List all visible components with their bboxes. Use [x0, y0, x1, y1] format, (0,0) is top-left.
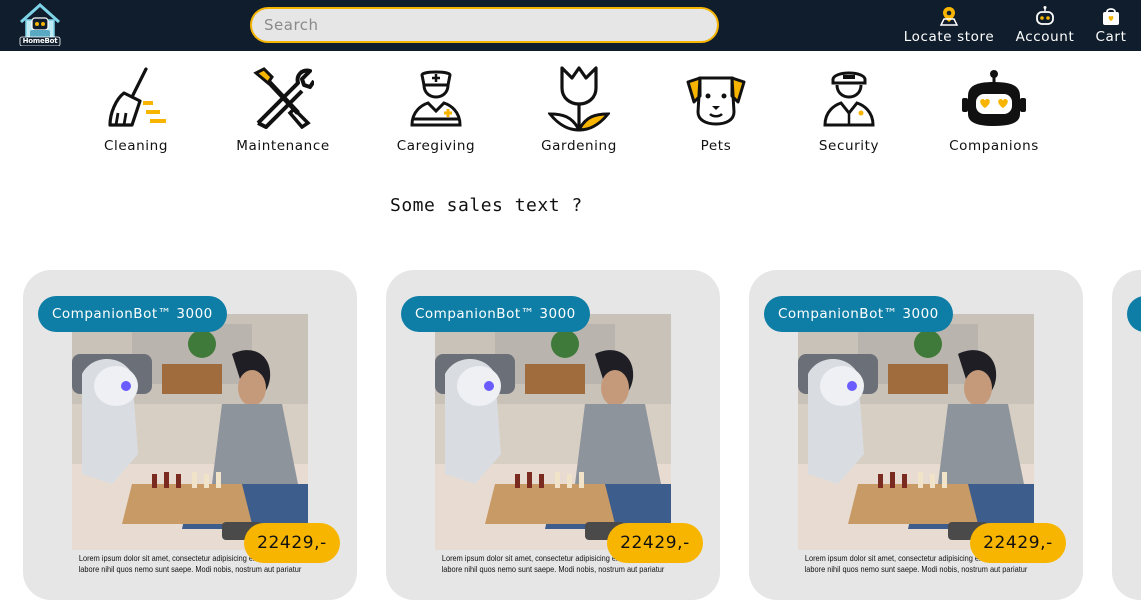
locate-store-button[interactable]: Locate store	[901, 5, 997, 47]
category-label: Companions	[949, 138, 1039, 154]
category-cleaning[interactable]: Cleaning	[103, 64, 169, 154]
category-label: Gardening	[541, 138, 617, 154]
product-card-partial[interactable]	[1112, 270, 1141, 600]
product-name-badge: CompanionBot™ 3000	[764, 296, 953, 332]
account-button[interactable]: Account	[1014, 5, 1076, 47]
price-tag: 22429,-	[244, 523, 340, 563]
product-name-badge: CompanionBot™ 3000	[38, 296, 227, 332]
guard-icon	[823, 71, 875, 127]
map-pin-icon	[939, 7, 959, 26]
product-name-badge-partial	[1127, 296, 1141, 332]
product-card[interactable]: CompanionBot™ 3000 22429,- Lorem ipsum d…	[749, 270, 1083, 600]
search-input[interactable]	[264, 16, 705, 34]
product-card[interactable]: CompanionBot™ 3000 22429,- Lorem ipsum d…	[386, 270, 720, 600]
product-card[interactable]: CompanionBot™ 3000 22429,- Lorem ipsum d…	[23, 270, 357, 600]
category-label: Cleaning	[104, 138, 168, 154]
wrench-screwdriver-icon	[253, 67, 314, 129]
broom-icon	[108, 67, 166, 127]
nurse-icon	[410, 70, 462, 127]
category-label: Maintenance	[236, 138, 330, 154]
category-gardening[interactable]: Gardening	[541, 64, 617, 154]
locate-store-label: Locate store	[903, 29, 995, 45]
search-bar[interactable]	[250, 7, 719, 43]
dog-icon	[686, 76, 746, 126]
top-navigation-bar: HomeBot Locate store Account Cart	[0, 0, 1141, 51]
category-security[interactable]: Security	[816, 64, 882, 154]
robot-chess-photo	[72, 314, 308, 550]
category-label: Security	[818, 138, 880, 154]
logo-text: HomeBot	[22, 37, 58, 45]
robot-heart-icon	[962, 70, 1026, 126]
category-maintenance[interactable]: Maintenance	[236, 64, 330, 154]
shopping-bag-icon	[1103, 8, 1119, 25]
cart-button[interactable]: Cart	[1093, 5, 1129, 47]
product-photo	[798, 314, 1034, 550]
price-tag: 22429,-	[607, 523, 703, 563]
homebot-logo[interactable]: HomeBot	[18, 2, 62, 47]
category-companions[interactable]: Companions	[949, 64, 1039, 154]
robot-chess-photo	[798, 314, 1034, 550]
tulip-icon	[548, 66, 610, 132]
robot-chess-photo	[435, 314, 671, 550]
product-photo	[72, 314, 308, 550]
category-caregiving[interactable]: Caregiving	[396, 64, 476, 154]
sales-headline: Some sales text ?	[390, 195, 583, 216]
category-label: Caregiving	[396, 138, 476, 154]
product-photo	[435, 314, 671, 550]
robot-head-icon	[1036, 6, 1054, 25]
product-name-badge: CompanionBot™ 3000	[401, 296, 590, 332]
price-tag: 22429,-	[970, 523, 1066, 563]
account-label: Account	[1015, 29, 1075, 45]
category-pets[interactable]: Pets	[683, 64, 749, 154]
cart-label: Cart	[1095, 29, 1127, 45]
category-label: Pets	[700, 138, 732, 154]
